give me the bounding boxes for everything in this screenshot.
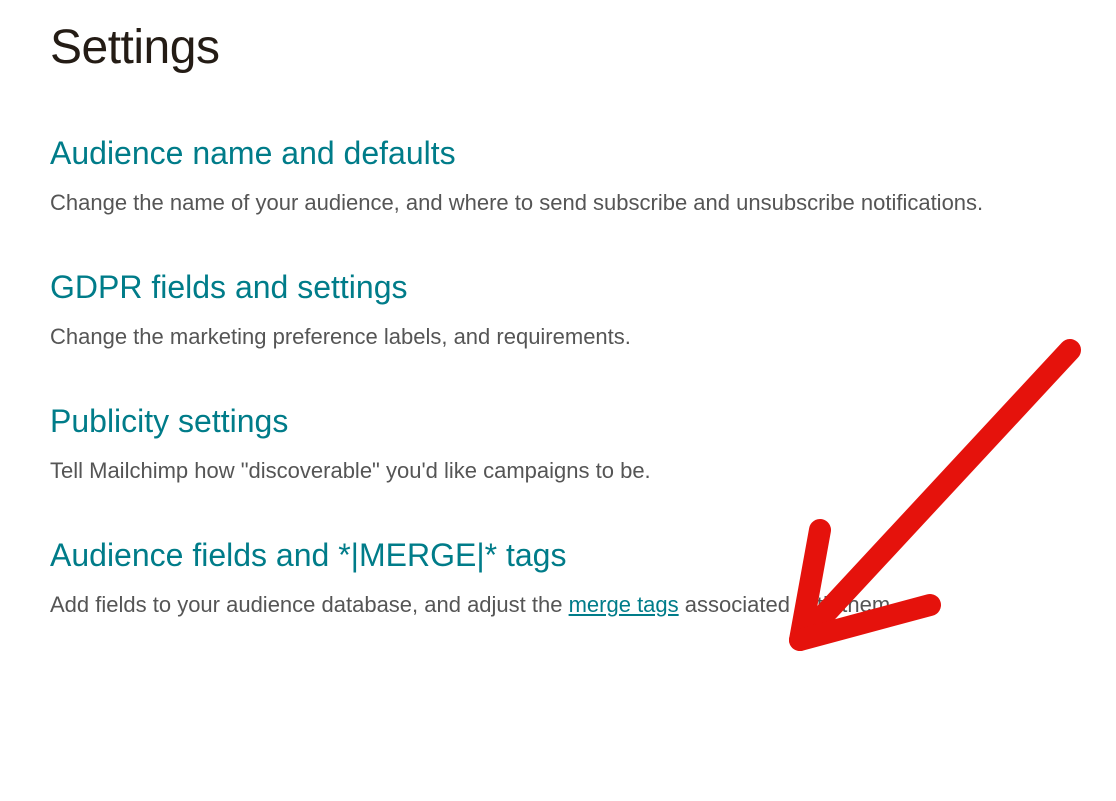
description-audience-name-defaults: Change the name of your audience, and wh… bbox=[50, 186, 1066, 219]
link-publicity-settings[interactable]: Publicity settings bbox=[50, 403, 288, 440]
settings-section-gdpr: GDPR fields and settings Change the mark… bbox=[50, 269, 1066, 353]
link-audience-name-defaults[interactable]: Audience name and defaults bbox=[50, 135, 456, 172]
link-gdpr-fields-settings[interactable]: GDPR fields and settings bbox=[50, 269, 408, 306]
settings-section-audience-defaults: Audience name and defaults Change the na… bbox=[50, 135, 1066, 219]
description-publicity-settings: Tell Mailchimp how "discoverable" you'd … bbox=[50, 454, 1066, 487]
settings-section-publicity: Publicity settings Tell Mailchimp how "d… bbox=[50, 403, 1066, 487]
description-gdpr-fields-settings: Change the marketing preference labels, … bbox=[50, 320, 1066, 353]
link-merge-tags[interactable]: merge tags bbox=[569, 592, 679, 617]
link-audience-fields-merge-tags[interactable]: Audience fields and *|MERGE|* tags bbox=[50, 537, 566, 574]
desc-prefix: Add fields to your audience database, an… bbox=[50, 592, 569, 617]
desc-suffix: associated with them. bbox=[679, 592, 897, 617]
settings-section-audience-fields: Audience fields and *|MERGE|* tags Add f… bbox=[50, 537, 1066, 621]
description-audience-fields-merge-tags: Add fields to your audience database, an… bbox=[50, 588, 1066, 621]
page-title: Settings bbox=[50, 20, 1066, 75]
